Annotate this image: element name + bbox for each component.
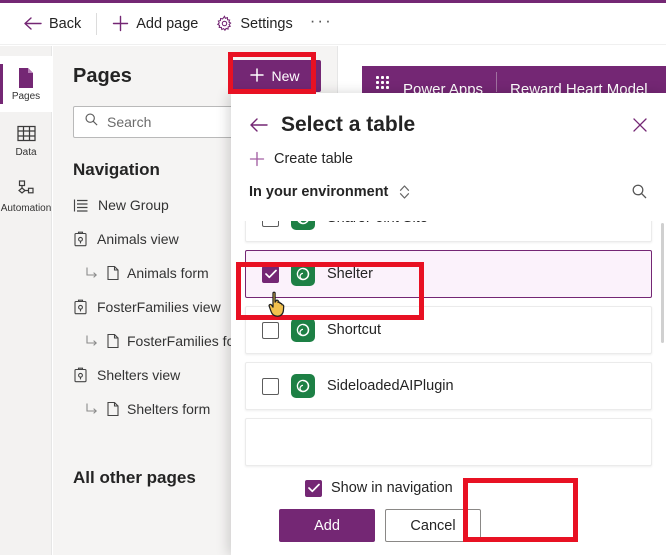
search-icon [84, 112, 99, 132]
group-list-icon [73, 198, 89, 213]
dialog-footer: Show in navigation Add Cancel [231, 471, 666, 555]
app-launcher-icon[interactable] [376, 75, 390, 89]
nav-item-label: Shelters form [127, 401, 211, 417]
back-label: Back [49, 15, 82, 32]
dialog-header: Select a table [231, 93, 666, 137]
table-row-label: Shelter [327, 266, 373, 282]
nav-item-label: Animals view [97, 231, 179, 247]
gear-icon [216, 15, 233, 32]
view-clipboard-icon [73, 299, 88, 315]
dialog-back-icon[interactable] [249, 117, 269, 133]
back-button[interactable]: Back [14, 8, 90, 40]
plus-icon [112, 15, 129, 32]
subtree-arrow-icon [85, 402, 99, 416]
plus-icon [250, 67, 265, 85]
app-root: Back Add page Settings ··· Pages Data Au… [0, 0, 666, 555]
table-row-shortcut[interactable]: Shortcut [245, 306, 652, 354]
search-icon[interactable] [631, 183, 648, 200]
subtree-arrow-icon [85, 334, 99, 348]
table-row-label: Shortcut [327, 322, 381, 338]
page-title: Pages [73, 64, 132, 87]
sidebar-item-label: Pages [11, 90, 41, 102]
new-button-label: New [271, 68, 300, 84]
add-button[interactable]: Add [279, 509, 375, 542]
sidebar-item-label: Data [15, 146, 37, 158]
environment-filter-row: In your environment [231, 167, 666, 200]
command-divider [96, 12, 98, 35]
sidebar-item-pages[interactable]: Pages [0, 56, 52, 112]
flow-node-icon [15, 179, 37, 201]
create-table-button[interactable]: Create table [231, 137, 666, 167]
table-row-shelter[interactable]: Shelter [245, 250, 652, 298]
sidebar-item-data[interactable]: Data [0, 112, 52, 168]
row-checkbox[interactable] [262, 321, 279, 339]
ellipsis-icon[interactable]: ··· [302, 12, 341, 29]
cancel-button[interactable]: Cancel [385, 509, 481, 542]
form-page-icon [106, 401, 120, 417]
close-icon[interactable] [632, 117, 648, 133]
left-rail: Pages Data Automation [0, 46, 52, 555]
form-page-icon [106, 333, 120, 349]
nav-item-label: New Group [98, 197, 169, 213]
nav-item-label: FosterFamilies view [97, 299, 221, 315]
settings-button[interactable]: Settings [207, 8, 301, 40]
view-clipboard-icon [73, 367, 88, 383]
row-checkbox[interactable] [262, 377, 279, 395]
show-in-navigation-row[interactable]: Show in navigation [249, 471, 648, 505]
create-table-label: Create table [274, 151, 353, 167]
subtree-arrow-icon [85, 266, 99, 280]
arrow-left-icon [23, 16, 42, 31]
new-button[interactable]: New [229, 60, 321, 92]
table-row-sideloadedaiplugin[interactable]: SideloadedAIPlugin [245, 362, 652, 410]
table-row-label: SharePoint Site [327, 221, 428, 226]
row-checkbox[interactable] [262, 265, 279, 283]
dataverse-table-icon [291, 318, 315, 342]
dialog-scrollbar[interactable] [661, 223, 664, 343]
table-row[interactable]: SharePoint Site [245, 221, 652, 242]
search-placeholder: Search [107, 114, 152, 130]
show-in-navigation-label: Show in navigation [331, 480, 453, 496]
table-row-label: SideloadedAIPlugin [327, 378, 454, 394]
dialog-button-row: Add Cancel [249, 509, 648, 542]
pages-header: Pages New [53, 46, 337, 100]
view-clipboard-icon [73, 231, 88, 247]
form-page-icon [106, 265, 120, 281]
plus-icon [249, 151, 265, 167]
dataverse-table-icon [291, 374, 315, 398]
command-bar: Back Add page Settings ··· [0, 3, 666, 45]
dataverse-table-icon [291, 262, 315, 286]
row-checkbox[interactable] [262, 221, 279, 227]
table-row[interactable] [245, 418, 652, 466]
table-grid-icon [16, 123, 37, 145]
settings-label: Settings [240, 15, 293, 32]
sidebar-item-automation[interactable]: Automation [0, 168, 52, 224]
select-table-dialog: Select a table Create table In your envi… [231, 93, 666, 555]
dialog-title: Select a table [281, 113, 416, 136]
add-page-label: Add page [136, 15, 199, 32]
dataverse-table-icon [291, 221, 315, 230]
page-icon [16, 67, 36, 89]
sidebar-item-label: Automation [0, 202, 52, 214]
show-in-navigation-checkbox[interactable] [305, 479, 322, 497]
environment-label: In your environment [249, 183, 389, 200]
sort-chevrons-icon[interactable] [398, 184, 411, 200]
nav-item-label: Animals form [127, 265, 209, 281]
add-page-button[interactable]: Add page [103, 8, 207, 40]
header-divider [496, 72, 498, 92]
nav-item-label: Shelters view [97, 367, 181, 383]
